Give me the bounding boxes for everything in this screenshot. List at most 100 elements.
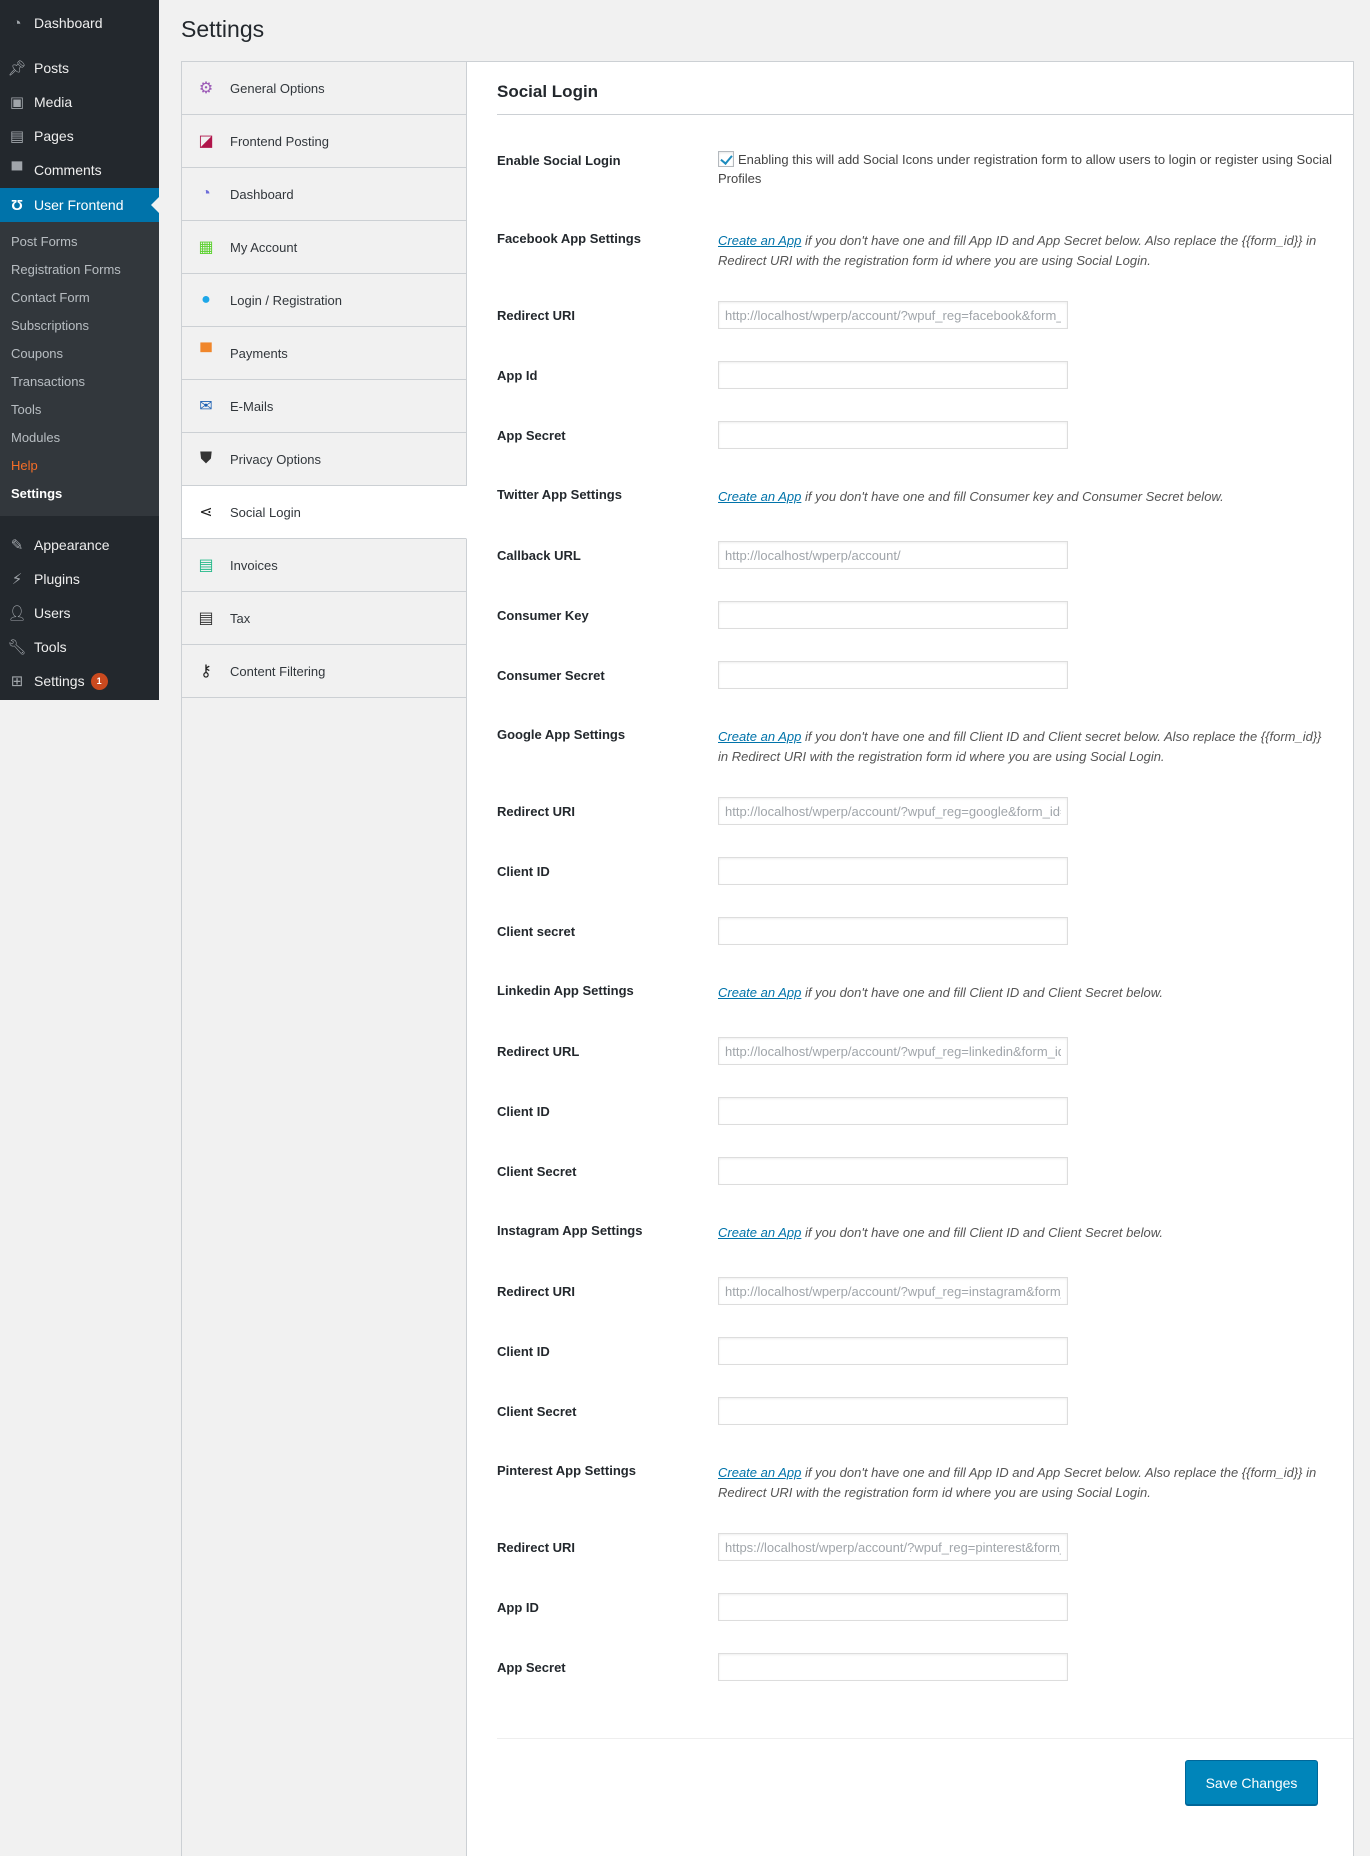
consumer-secret-input[interactable]: [718, 661, 1068, 689]
field-label: Client ID: [497, 1104, 550, 1119]
settings-tabs: ⚙ General Options ◪ Frontend Posting ◔ Dashbo…: [181, 61, 467, 1856]
field-label: Client ID: [497, 1344, 550, 1359]
redirect-uri-input[interactable]: [718, 797, 1068, 825]
create-app-link[interactable]: Create an App: [718, 233, 801, 248]
app-secret-input[interactable]: [718, 421, 1068, 449]
menu-dashboard[interactable]: ◔ Dashboard: [0, 6, 159, 40]
description-text: if you don't have one and fill App ID an…: [718, 233, 1317, 268]
tab-content-filtering[interactable]: ⚷ Content Filtering: [182, 645, 466, 698]
menu-users[interactable]: 👤︎ Users: [0, 596, 159, 630]
client-secret-input[interactable]: [718, 917, 1068, 945]
field-label: Redirect URI: [497, 804, 576, 819]
client-id-input[interactable]: [718, 857, 1068, 885]
field-label: Client ID: [497, 864, 550, 879]
callback-url-input[interactable]: [718, 541, 1068, 569]
users-icon: 👤︎: [7, 605, 27, 622]
menu-tools[interactable]: 🔧︎ Tools: [0, 630, 159, 664]
submenu-registration-forms[interactable]: Registration Forms: [0, 256, 159, 284]
title-divider: [497, 114, 1353, 115]
tab-e-mails[interactable]: ✉ E-Mails: [182, 380, 466, 433]
form-bottom-divider: [497, 1738, 1353, 1739]
client-id-input[interactable]: [718, 1097, 1068, 1125]
submenu-post-forms[interactable]: Post Forms: [0, 228, 159, 256]
save-changes-button[interactable]: Save Changes: [1185, 1760, 1318, 1805]
field-row: App Secret: [497, 408, 1332, 468]
enable-social-login-checkbox[interactable]: [718, 151, 734, 167]
submenu-tools[interactable]: Tools: [0, 396, 159, 424]
tab-invoices[interactable]: ▤ Invoices: [182, 539, 466, 592]
tab-my-account[interactable]: ▦ My Account: [182, 221, 466, 274]
key-icon: ⚷: [200, 663, 212, 680]
menu-appearance[interactable]: ✎ Appearance: [0, 528, 159, 562]
menu-user-frontend[interactable]: Ʊ User Frontend: [0, 188, 159, 222]
submenu-modules[interactable]: Modules: [0, 424, 159, 452]
field-label: Redirect URI: [497, 1284, 576, 1299]
section-heading-row: Google App Settings Create an App if you …: [497, 708, 1332, 784]
redirect-url-input[interactable]: [718, 1037, 1068, 1065]
tab-dashboard[interactable]: ◔ Dashboard: [182, 168, 466, 221]
menu-label: Tools: [34, 639, 67, 655]
user-frontend-icon: Ʊ: [10, 196, 24, 214]
app-id-input[interactable]: [718, 1593, 1068, 1621]
menu-label: Users: [34, 605, 71, 621]
field-label: App Secret: [497, 428, 566, 443]
tab-social-login[interactable]: ⋖ Social Login: [182, 486, 467, 539]
wrench-icon: 🔧︎: [7, 639, 27, 656]
settings-panel: Social Login Enable Social Login Enablin…: [467, 61, 1354, 1856]
submenu-subscriptions[interactable]: Subscriptions: [0, 312, 159, 340]
menu-label: Comments: [34, 162, 102, 178]
submenu-transactions[interactable]: Transactions: [0, 368, 159, 396]
menu-settings[interactable]: ⊞ Settings 1: [0, 664, 159, 698]
admin-sidebar: ◔ Dashboard 📌︎ Posts ▣ Media ▤ Pages ▀ C…: [0, 0, 159, 700]
app-secret-input[interactable]: [718, 1653, 1068, 1681]
client-id-input[interactable]: [718, 1337, 1068, 1365]
redirect-uri-input[interactable]: [718, 1533, 1068, 1561]
tab-label: My Account: [230, 239, 298, 255]
dashboard-icon: ◔: [12, 14, 22, 32]
menu-comments[interactable]: ▀ Comments: [0, 153, 159, 187]
tab-general-options[interactable]: ⚙ General Options: [182, 62, 466, 115]
menu-pages[interactable]: ▤ Pages: [0, 119, 159, 153]
tab-privacy-options[interactable]: ⛊ Privacy Options: [182, 433, 466, 486]
tab-payments[interactable]: ▀ Payments: [182, 327, 466, 380]
submenu-settings[interactable]: Settings: [0, 480, 159, 508]
create-app-link[interactable]: Create an App: [718, 1225, 801, 1240]
section-heading: Linkedin App Settings: [497, 983, 634, 998]
field-row: Client ID: [497, 844, 1332, 904]
field-label: Client Secret: [497, 1164, 577, 1179]
create-app-link[interactable]: Create an App: [718, 489, 801, 504]
redirect-uri-input[interactable]: [718, 301, 1068, 329]
pin-icon: 📌︎: [7, 60, 27, 77]
menu-posts[interactable]: 📌︎ Posts: [0, 51, 159, 85]
field-row: App Id: [497, 348, 1332, 408]
redirect-uri-input[interactable]: [718, 1277, 1068, 1305]
section-heading: Pinterest App Settings: [497, 1463, 636, 1478]
field-row: Client Secret: [497, 1144, 1332, 1204]
tab-label: Privacy Options: [230, 451, 322, 467]
field-label: Consumer Key: [497, 608, 589, 623]
document-icon: ▤: [198, 610, 214, 627]
tab-login-registration[interactable]: ● Login / Registration: [182, 274, 466, 327]
field-row: Redirect URI: [497, 1520, 1332, 1580]
id-card-icon: ▦: [198, 239, 214, 256]
create-app-link[interactable]: Create an App: [718, 1465, 801, 1480]
create-app-link[interactable]: Create an App: [718, 729, 801, 744]
create-app-link[interactable]: Create an App: [718, 985, 801, 1000]
tab-frontend-posting[interactable]: ◪ Frontend Posting: [182, 115, 466, 168]
app-id-input[interactable]: [718, 361, 1068, 389]
consumer-key-input[interactable]: [718, 601, 1068, 629]
menu-media[interactable]: ▣ Media: [0, 85, 159, 119]
field-row: Consumer Key: [497, 588, 1332, 648]
submenu-coupons[interactable]: Coupons: [0, 340, 159, 368]
client-secret-input[interactable]: [718, 1157, 1068, 1185]
submenu-help[interactable]: Help: [0, 452, 159, 480]
submenu-contact-form[interactable]: Contact Form: [0, 284, 159, 312]
menu-plugins[interactable]: ⚡︎ Plugins: [0, 562, 159, 596]
client-secret-input[interactable]: [718, 1397, 1068, 1425]
tab-tax[interactable]: ▤ Tax: [182, 592, 466, 645]
field-row: Callback URL: [497, 528, 1332, 588]
section-description: Create an App if you don't have one and …: [718, 708, 1332, 767]
field-row: Redirect URI: [497, 1264, 1332, 1324]
field-label: App Id: [497, 368, 538, 383]
menu-label: Media: [34, 94, 73, 110]
